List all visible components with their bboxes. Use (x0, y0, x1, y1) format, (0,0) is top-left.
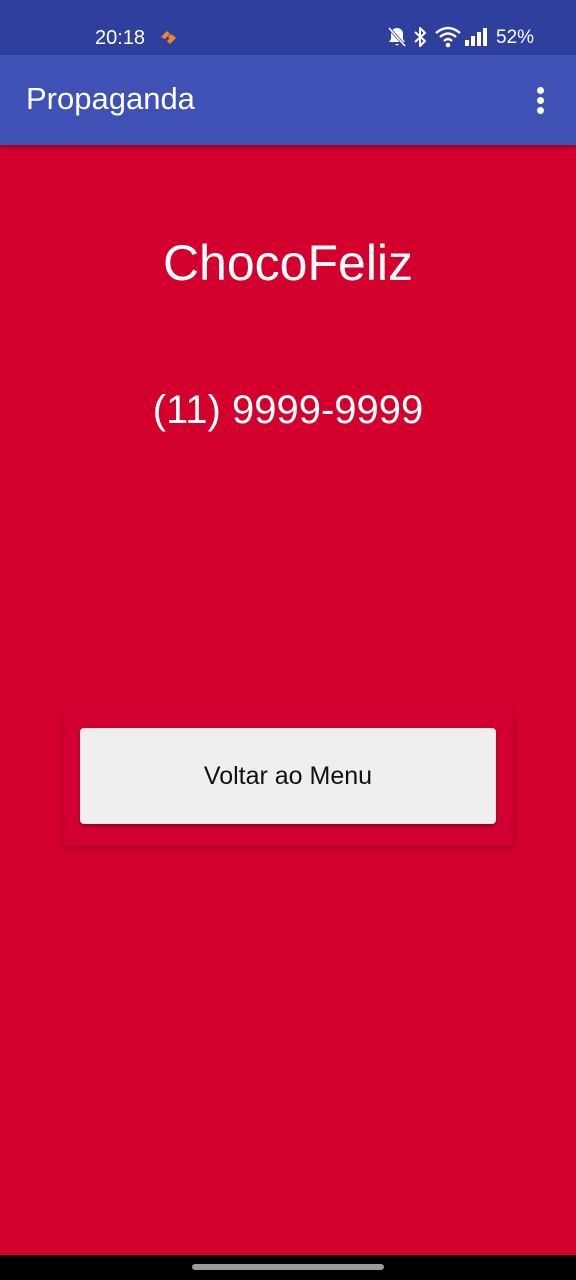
back-to-menu-button[interactable]: Voltar ao Menu (80, 728, 496, 824)
button-card: Voltar ao Menu (64, 708, 513, 846)
home-gesture-handle[interactable] (192, 1264, 384, 1270)
main-content: ChocoFeliz (11) 9999-9999 Voltar ao Menu (0, 145, 576, 1255)
bluetooth-icon (414, 27, 426, 47)
more-vert-icon[interactable] (526, 83, 556, 117)
app-bar: Propaganda (0, 55, 576, 145)
brand-name: ChocoFeliz (162, 235, 414, 291)
status-bar: 20:18 52% (0, 0, 576, 55)
wifi-icon (435, 26, 461, 48)
page-title: Propaganda (26, 81, 195, 116)
battery-level: 52% (496, 27, 535, 48)
app-notification-icon (161, 31, 176, 44)
signal-icon (465, 28, 487, 46)
phone-number: (11) 9999-9999 (152, 388, 424, 432)
bell-off-icon (387, 27, 407, 47)
status-time: 20:18 (95, 27, 146, 49)
navigation-bar (0, 1255, 576, 1280)
